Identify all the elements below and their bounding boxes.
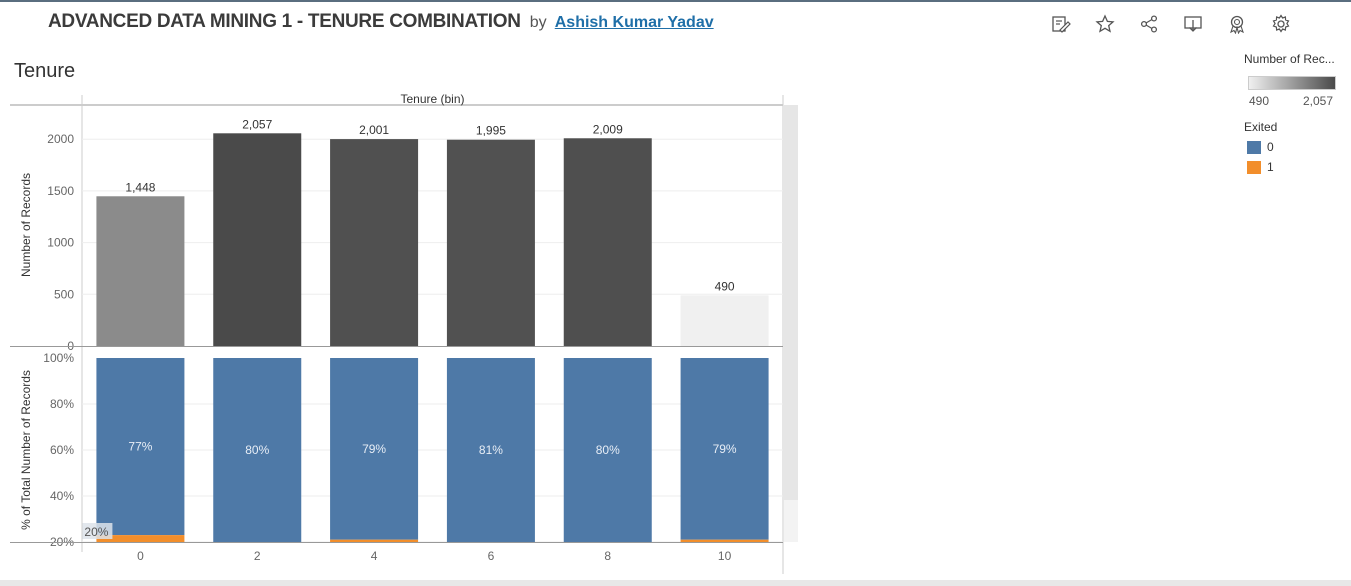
author-link[interactable]: Ashish Kumar Yadav — [555, 14, 714, 31]
legend-item-0[interactable]: 0 — [1247, 140, 1274, 154]
chart-area: Tenure (bin) 0 500 1000 1500 2000 Number of Re… — [10, 92, 798, 574]
y-tick-label: 1000 — [47, 236, 74, 250]
percent-label: 79% — [362, 442, 386, 456]
legend-label-1: 1 — [1267, 160, 1274, 174]
color-ramp-min: 490 — [1249, 94, 1270, 108]
legend-swatch-1 — [1247, 160, 1261, 174]
badge-icon[interactable] — [1225, 12, 1249, 36]
scrollbar-track — [784, 105, 798, 500]
y-tick-label: 1500 — [47, 184, 74, 198]
stacked-bar-1 — [680, 539, 769, 542]
legend-label-0: 0 — [1267, 140, 1274, 154]
edit-icon[interactable] — [1049, 12, 1073, 36]
data-label: 1,448 — [125, 180, 155, 194]
bar — [680, 295, 769, 346]
y-tick-label: 80% — [50, 397, 74, 411]
legend-item-1[interactable]: 1 — [1247, 160, 1274, 174]
share-icon[interactable] — [1137, 12, 1161, 36]
viz-header: ADVANCED DATA MINING 1 - TENURE COMBINAT… — [48, 11, 714, 33]
x-tick-label: 6 — [488, 549, 495, 563]
data-label: 490 — [715, 279, 735, 293]
bar — [213, 133, 302, 346]
stacked-bar-1 — [330, 539, 419, 542]
color-legend-title: Number of Rec... — [1244, 52, 1335, 66]
legend-swatch-0 — [1247, 140, 1261, 154]
settings-icon[interactable] — [1269, 12, 1293, 36]
percent-label: 80% — [245, 443, 269, 457]
y-axis-label: % of Total Number of Records — [19, 370, 33, 530]
data-label: 1,995 — [476, 124, 506, 138]
x-tick-label: 4 — [371, 549, 378, 563]
scrollbar-lower — [784, 500, 798, 542]
bar — [446, 139, 535, 346]
y-axis-label: Number of Records — [19, 173, 33, 277]
star-icon[interactable] — [1093, 12, 1117, 36]
data-label: 2,057 — [242, 117, 272, 131]
x-axis-header: Tenure (bin) — [400, 92, 464, 106]
x-tick-label: 10 — [718, 549, 732, 563]
y-tick-label: 40% — [50, 489, 74, 503]
x-tick-label: 8 — [604, 549, 611, 563]
data-label: 2,009 — [593, 122, 623, 136]
percent-label: 79% — [713, 442, 737, 456]
y-tick-label: 60% — [50, 443, 74, 457]
color-ramp — [1248, 76, 1336, 90]
overflow-label: 20% — [84, 525, 108, 539]
sheet-title: Tenure — [14, 60, 76, 82]
viz-title: ADVANCED DATA MINING 1 - TENURE COMBINAT… — [48, 11, 521, 32]
percent-label: 81% — [479, 443, 503, 457]
download-icon[interactable] — [1181, 12, 1205, 36]
percent-label: 80% — [596, 443, 620, 457]
x-tick-label: 2 — [254, 549, 261, 563]
bar — [563, 138, 652, 346]
bar — [330, 139, 419, 346]
percent-label: 77% — [128, 440, 152, 454]
y-tick-label: 2000 — [47, 132, 74, 146]
y-tick-label: 100% — [43, 351, 74, 365]
by-text: by — [529, 14, 547, 31]
bottom-toolbar — [0, 580, 1351, 586]
top-border — [0, 0, 1351, 2]
exited-legend-title: Exited — [1244, 120, 1278, 134]
data-label: 2,001 — [359, 123, 389, 137]
bar — [96, 196, 185, 346]
y-tick-label: 500 — [54, 287, 74, 301]
color-ramp-max: 2,057 — [1303, 94, 1334, 108]
x-tick-label: 0 — [137, 549, 144, 563]
